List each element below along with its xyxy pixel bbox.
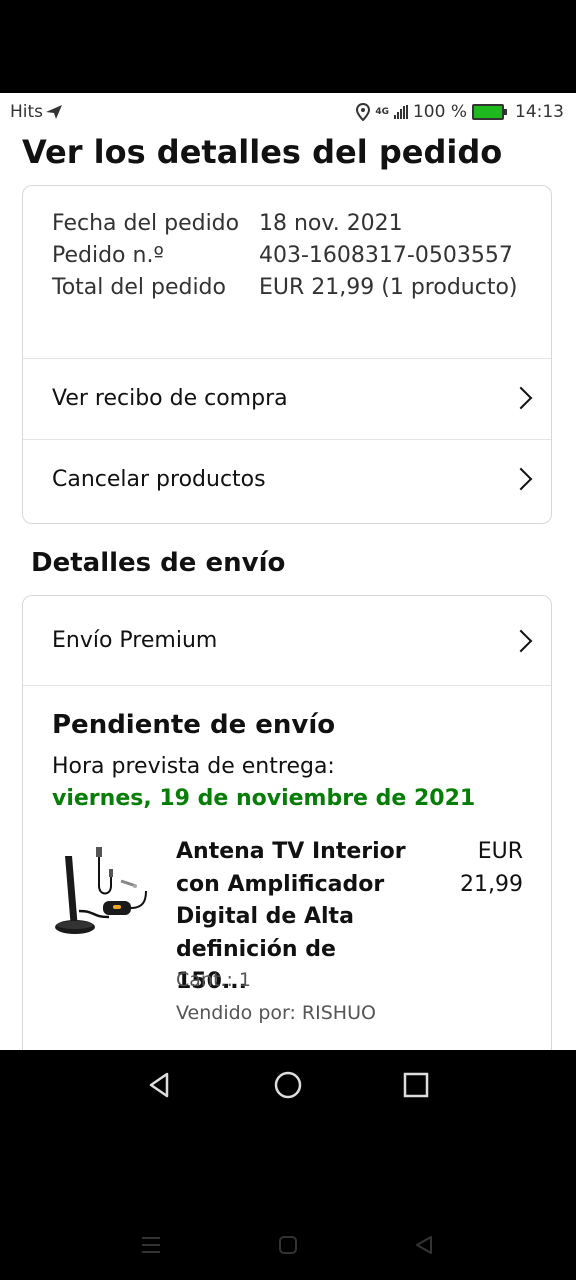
clock: 14:13 — [515, 102, 564, 122]
cancel-products-label: Cancelar productos — [52, 466, 266, 492]
eta-date: viernes, 19 de noviembre de 2021 — [52, 786, 476, 811]
send-icon — [46, 105, 63, 119]
nav-recents-icon[interactable] — [401, 1070, 431, 1100]
shipment-card: Envío Premium Pendiente de envío Hora pr… — [22, 595, 552, 1050]
shipment-status: Pendiente de envío — [52, 710, 336, 740]
chevron-right-icon — [509, 386, 533, 410]
view-receipt-link[interactable]: Ver recibo de compra — [23, 358, 551, 438]
app-screen: Hits 4G 100 % 14:13 Ver los detalles del… — [0, 93, 576, 1050]
nav-back-icon[interactable] — [145, 1070, 175, 1100]
cancel-products-link[interactable]: Cancelar productos — [23, 439, 551, 519]
battery-icon — [472, 104, 507, 120]
network-label: 4G — [375, 106, 389, 117]
order-number-value: 403-1608317-0503557 — [259, 243, 513, 268]
divider — [23, 685, 551, 686]
product-seller: Vendido por: RISHUO — [176, 1002, 376, 1024]
order-date-value: 18 nov. 2021 — [259, 211, 403, 236]
product-quantity: Cant.: 1 — [176, 969, 251, 991]
order-number-label: Pedido n.º — [52, 243, 164, 268]
shipping-section-title: Detalles de envío — [31, 548, 286, 578]
order-total-label: Total del pedido — [52, 275, 226, 300]
shipping-method-link[interactable]: Envío Premium — [23, 596, 551, 685]
location-icon — [356, 103, 371, 121]
view-receipt-label: Ver recibo de compra — [52, 385, 288, 411]
status-bar: Hits 4G 100 % 14:13 — [0, 93, 576, 131]
chevron-right-icon — [509, 467, 533, 491]
order-summary-card: Fecha del pedido 18 nov. 2021 Pedido n.º… — [22, 185, 552, 524]
square-icon[interactable] — [277, 1234, 299, 1256]
battery-percent: 100 % — [412, 102, 467, 122]
product-price: EUR 21,99 — [433, 836, 523, 901]
price-currency: EUR — [477, 839, 523, 864]
status-right: 4G 100 % 14:13 — [356, 102, 564, 122]
order-info: Fecha del pedido 18 nov. 2021 Pedido n.º… — [52, 208, 518, 304]
carrier-label: Hits — [10, 102, 44, 122]
back-hint-icon[interactable] — [413, 1234, 435, 1256]
menu-icon[interactable] — [140, 1235, 162, 1255]
order-date-label: Fecha del pedido — [52, 211, 240, 236]
secondary-nav-hint — [0, 1220, 576, 1270]
product-image[interactable] — [51, 841, 151, 936]
page-title: Ver los detalles del pedido — [22, 133, 503, 171]
navigation-bar — [0, 1050, 576, 1120]
nav-home-icon[interactable] — [273, 1070, 303, 1100]
signal-icon — [393, 105, 408, 119]
price-value: 21,99 — [460, 871, 523, 897]
chevron-right-icon — [509, 629, 533, 652]
shipping-method-label: Envío Premium — [52, 628, 218, 653]
eta-label: Hora prevista de entrega: — [52, 754, 335, 779]
status-left: Hits — [10, 102, 63, 122]
order-total-value: EUR 21,99 (1 producto) — [259, 275, 518, 300]
